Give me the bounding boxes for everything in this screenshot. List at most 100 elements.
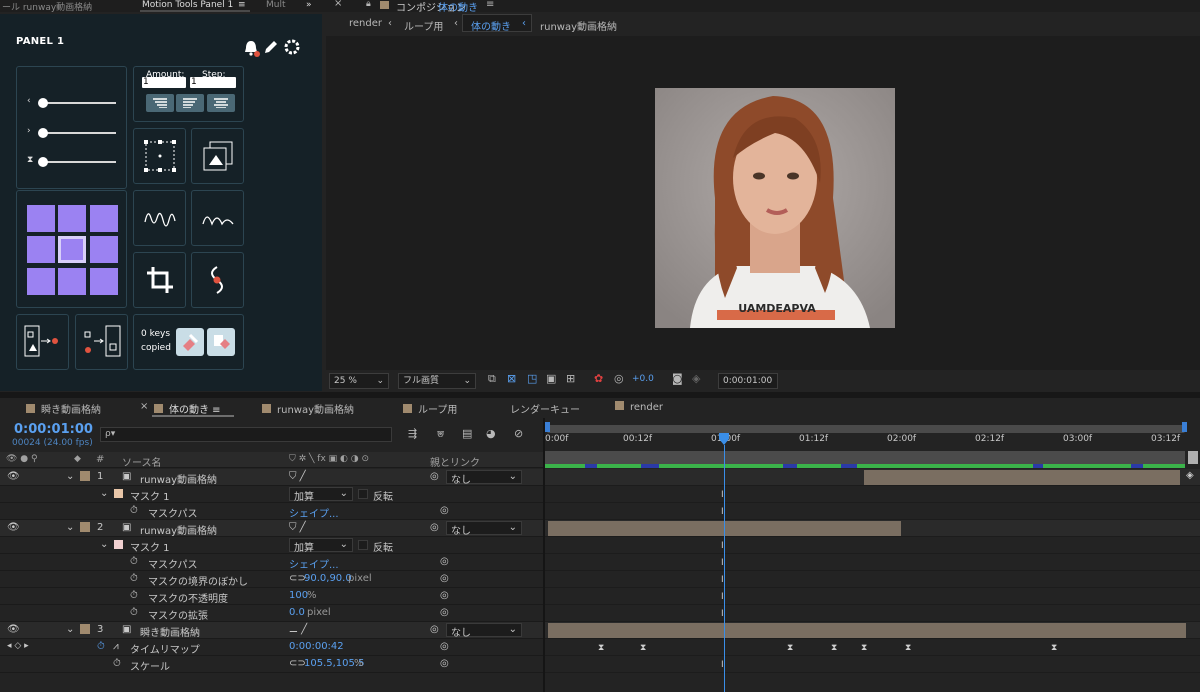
pickwhip-icon[interactable]: ◎ — [440, 607, 449, 618]
layer-switches[interactable]: ⛉ ╱ — [289, 522, 306, 533]
keyframe-icon[interactable]: ⧗ — [598, 643, 604, 653]
layer-duration-bar[interactable] — [548, 623, 1186, 638]
time-ruler[interactable]: 0:00f 00:12f 01:00f 01:12f 02:00f 02:12f… — [545, 432, 1200, 450]
stopwatch-icon[interactable]: ⏱︎ — [130, 505, 138, 516]
copy-keys-button[interactable] — [176, 328, 204, 356]
layer-row[interactable]: 👁︎ ⌄ 1 ▣ runway動画格納 ⛉ ╱ ◎ なし ⌄ — [0, 469, 543, 486]
stopwatch-icon[interactable]: ⏱︎ — [130, 590, 138, 601]
ease-in-slider-knob[interactable] — [38, 98, 48, 108]
parent-dropdown[interactable]: なし ⌄ — [446, 521, 522, 537]
parent-pickwhip-icon[interactable]: ◎ — [430, 471, 439, 482]
layer-track[interactable] — [545, 469, 1200, 486]
breadcrumb-render[interactable]: render — [349, 18, 382, 29]
property-row[interactable]: ⏱︎ マスクの拡張 0.0 pixel ◎ — [0, 605, 543, 622]
step-input[interactable]: 1 — [190, 77, 236, 88]
mask-name[interactable]: マスク 1 — [130, 539, 170, 554]
paste-keys-button[interactable] — [207, 328, 235, 356]
align-right-button[interactable] — [176, 94, 204, 112]
property-value[interactable]: 0:00:00:42 — [289, 641, 344, 652]
mask-name[interactable]: マスク 1 — [130, 488, 170, 503]
grid-cell-ml[interactable] — [27, 236, 55, 263]
layer-name[interactable]: runway動画格納 — [140, 522, 217, 537]
anchor-point-button[interactable] — [133, 128, 186, 184]
breadcrumb-body-motion[interactable]: 体の動き — [471, 18, 511, 33]
pickwhip-icon[interactable]: ◎ — [440, 641, 449, 652]
align-left-button[interactable] — [146, 94, 174, 112]
region-of-interest-icon[interactable]: ▣ — [546, 372, 556, 385]
current-time-indicator[interactable] — [724, 445, 725, 692]
stopwatch-icon[interactable]: ⏱︎ — [130, 556, 138, 567]
grid-cell-center[interactable] — [58, 236, 86, 263]
work-area-start-handle[interactable] — [545, 422, 550, 432]
property-row[interactable]: ⏱︎ マスクの不透明度 100 % ◎ — [0, 588, 543, 605]
keyframe-nav-icons[interactable]: ◂ ◇ ▸ — [7, 641, 29, 651]
mask-mode-dropdown[interactable]: 加算 ⌄ — [289, 538, 353, 554]
keyframe-icon[interactable]: ⧗ — [1051, 643, 1057, 653]
layer-switches[interactable]: ⛉ ╱ — [289, 471, 306, 482]
parent-link-button[interactable] — [191, 252, 244, 308]
col-parent-link[interactable]: 親とリンク — [430, 454, 480, 469]
tab-mult[interactable]: Mult — [266, 0, 286, 10]
work-area-end-handle[interactable] — [1182, 422, 1187, 432]
pickwhip-icon[interactable]: ◎ — [440, 590, 449, 601]
bell-icon[interactable] — [242, 38, 262, 58]
parent-dropdown[interactable]: なし ⌄ — [446, 623, 522, 639]
ease-in-slider-track[interactable] — [41, 102, 116, 104]
property-row[interactable]: ⏱︎ マスクパス シェイプ... ◎ — [0, 554, 543, 571]
layer-name[interactable]: 瞬き動画格納 — [140, 624, 200, 639]
eye-icon[interactable]: 👁︎ — [7, 471, 20, 482]
timecode-display[interactable]: 0:00:01:00 — [718, 373, 778, 389]
expand-chevron-icon[interactable]: ⌄ — [100, 488, 108, 499]
grid-cell-tr[interactable] — [90, 205, 118, 232]
grid-cell-bc[interactable] — [58, 268, 86, 295]
property-row[interactable]: ⏱︎ マスクパス シェイプ... ◎ — [0, 503, 543, 520]
comp-marker-bin-icon[interactable]: ◈ — [1186, 470, 1194, 481]
exposure-value[interactable]: +0.0 — [632, 374, 654, 384]
keyframe-icon[interactable]: ⧗ — [787, 643, 793, 653]
stopwatch-icon[interactable]: ⏱︎ — [113, 658, 121, 669]
parent-pickwhip-icon[interactable]: ◎ — [430, 624, 439, 635]
transparency-grid-icon[interactable]: ⊠ — [507, 372, 516, 385]
overflow-chevron-icon[interactable]: » — [306, 0, 312, 10]
property-value[interactable]: 90.0,90.0 — [304, 573, 352, 584]
close-icon[interactable]: × — [334, 0, 342, 9]
eye-icon[interactable]: 👁︎ — [7, 624, 20, 635]
property-value[interactable]: 100 — [289, 590, 308, 601]
expand-chevron-icon[interactable]: ⌄ — [66, 522, 74, 533]
layer-color-label[interactable] — [80, 522, 90, 532]
shy-layers-icon[interactable]: ⩐ — [437, 427, 444, 441]
pickwhip-icon[interactable]: ◎ — [440, 658, 449, 669]
layer-track[interactable] — [545, 622, 1200, 639]
grid-cell-bl[interactable] — [27, 268, 55, 295]
graph-icon[interactable]: ⩘ — [113, 641, 119, 652]
stopwatch-active-icon[interactable]: ⏱︎ — [97, 641, 105, 652]
layer-color-label[interactable] — [80, 471, 90, 481]
property-row[interactable]: ◂ ◇ ▸ ⏱︎ ⩘ タイムリマップ 0:00:00:42 ◎ — [0, 639, 543, 656]
copy-from-button[interactable] — [75, 314, 128, 370]
property-value[interactable]: 0.0 — [289, 607, 305, 618]
timing-slider-knob[interactable] — [38, 157, 48, 167]
expand-chevron-icon[interactable]: ⌄ — [66, 624, 74, 635]
property-value[interactable]: シェイプ... — [289, 505, 339, 520]
comp-menu-icon[interactable]: ≡ — [486, 0, 494, 10]
pickwhip-icon[interactable]: ◎ — [440, 573, 449, 584]
channels-icon[interactable]: ✿ — [594, 372, 603, 385]
mask-color-swatch[interactable] — [114, 489, 123, 498]
keyframe-icon[interactable]: ⧗ — [831, 643, 837, 653]
pencil-icon[interactable] — [262, 38, 280, 56]
mask-visibility-icon[interactable]: ◳ — [527, 372, 537, 385]
align-center-button[interactable] — [207, 94, 235, 112]
stopwatch-icon[interactable]: ⏱︎ — [130, 607, 138, 618]
layer-row[interactable]: 👁︎ ⌄ 3 ▣ 瞬き動画格納 ⚊ ╱ ◎ なし ⌄ — [0, 622, 543, 639]
parent-pickwhip-icon[interactable]: ◎ — [430, 522, 439, 533]
gear-icon[interactable] — [283, 38, 301, 56]
mask-mode-dropdown[interactable]: 加算 ⌄ — [289, 487, 353, 503]
mask-row[interactable]: ⌄ マスク 1 加算 ⌄ 反転 — [0, 486, 543, 503]
invert-checkbox[interactable] — [358, 540, 368, 550]
breadcrumb-runway[interactable]: runway動画格納 — [540, 18, 617, 33]
crop-button[interactable] — [133, 252, 186, 308]
stopwatch-icon[interactable]: ⏱︎ — [130, 573, 138, 584]
layer-color-label[interactable] — [80, 624, 90, 634]
camera-icon[interactable]: ◙ — [672, 372, 683, 385]
pickwhip-icon[interactable]: ◎ — [440, 505, 449, 516]
